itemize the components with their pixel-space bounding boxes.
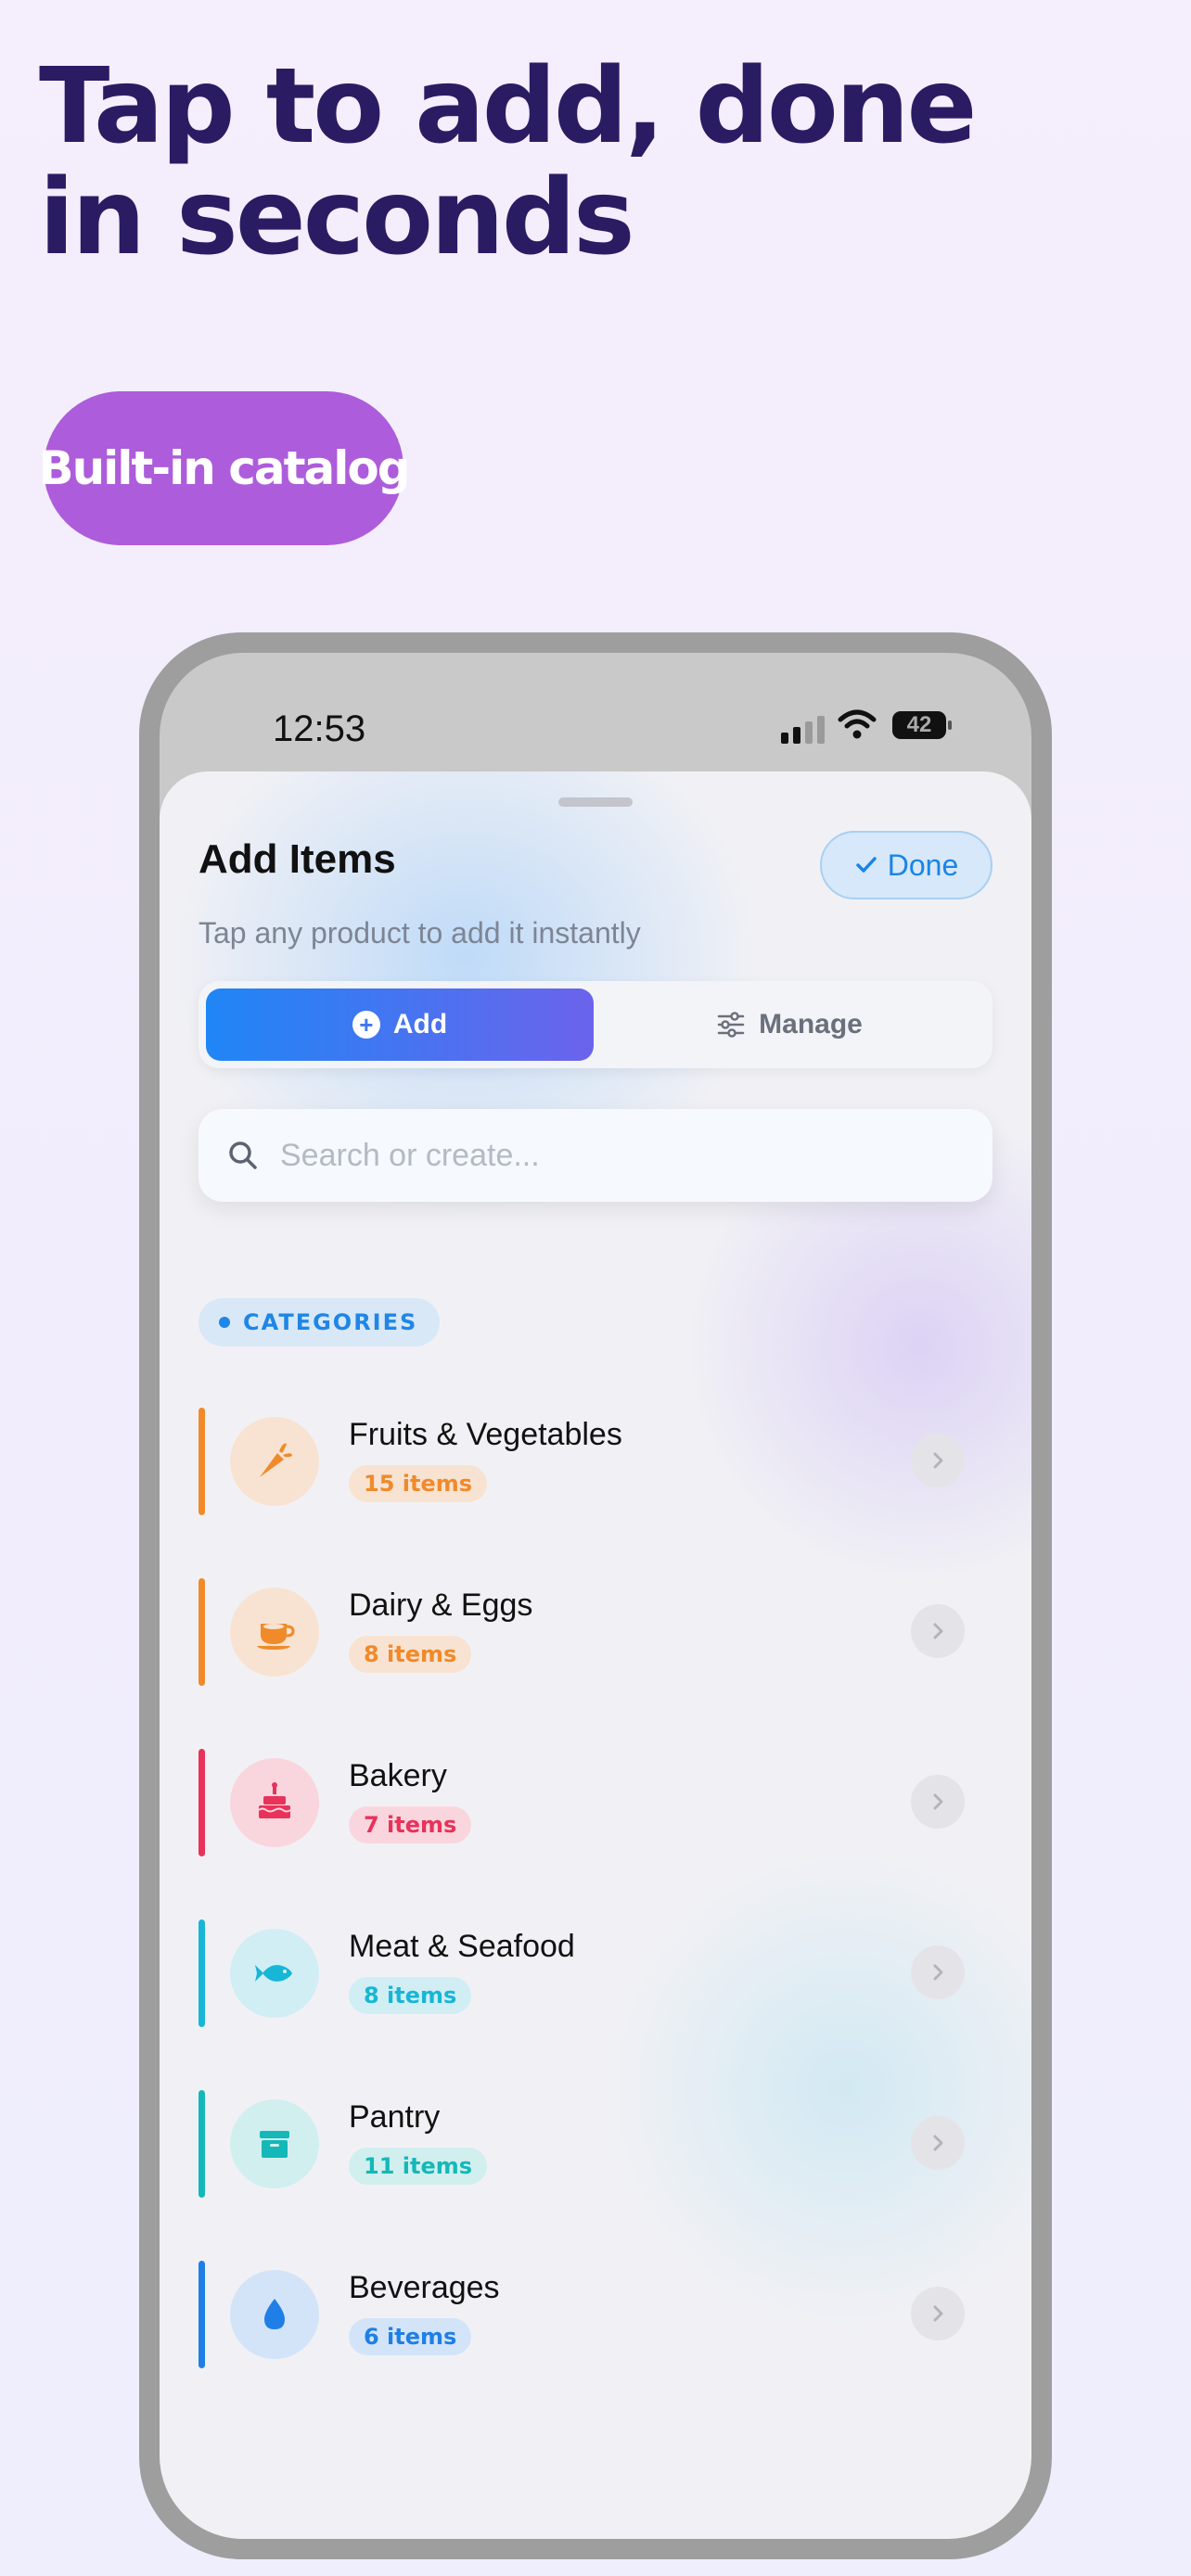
- chevron-right-icon[interactable]: [911, 1604, 965, 1658]
- sliders-icon: [717, 1012, 745, 1038]
- chevron-right-icon[interactable]: [911, 2287, 965, 2340]
- tab-manage-label: Manage: [759, 1009, 863, 1039]
- wifi-icon: [838, 709, 877, 739]
- search-field[interactable]: [198, 1109, 992, 1202]
- mode-segmented-control: + Add Manage: [198, 981, 992, 1068]
- phone-frame: 12:53 42 Add Items Done Tap any product …: [139, 632, 1052, 2559]
- category-list: Fruits & Vegetables 15 items Dairy & Egg…: [198, 1385, 992, 2409]
- category-row-pantry[interactable]: Pantry 11 items: [198, 2068, 992, 2238]
- sheet-subtitle: Tap any product to add it instantly: [198, 916, 641, 950]
- chevron-right-icon[interactable]: [911, 1434, 965, 1487]
- category-accent-bar: [198, 2261, 205, 2368]
- water-drop-icon: [230, 2270, 319, 2359]
- signal-icon: [781, 716, 825, 744]
- category-accent-bar: [198, 1408, 205, 1515]
- category-name: Pantry: [349, 2099, 441, 2135]
- category-count-badge: 7 items: [349, 1806, 472, 1843]
- add-items-sheet: Add Items Done Tap any product to add it…: [160, 772, 1031, 2539]
- plus-circle-icon: +: [352, 1011, 380, 1039]
- done-label: Done: [887, 848, 959, 882]
- category-name: Meat & Seafood: [349, 1929, 575, 1964]
- sheet-grabber[interactable]: [558, 797, 633, 807]
- status-time: 12:53: [273, 708, 366, 749]
- category-row-beverages[interactable]: Beverages 6 items: [198, 2238, 992, 2409]
- bullet-dot: [219, 1317, 230, 1328]
- headline: Tap to add, done in seconds: [39, 46, 977, 278]
- chevron-right-icon[interactable]: [911, 1775, 965, 1829]
- tab-add-label: Add: [392, 1009, 448, 1039]
- category-row-meat-seafood[interactable]: Meat & Seafood 8 items: [198, 1897, 992, 2068]
- carrot-icon: [230, 1417, 319, 1506]
- category-count-badge: 8 items: [349, 1977, 472, 2014]
- category-accent-bar: [198, 1749, 205, 1856]
- archive-box-icon: [230, 2099, 319, 2188]
- category-name: Beverages: [349, 2270, 500, 2305]
- checkmark-icon: [856, 857, 877, 873]
- done-button[interactable]: Done: [820, 831, 992, 899]
- chevron-right-icon[interactable]: [911, 2116, 965, 2170]
- phone-screen: 12:53 42 Add Items Done Tap any product …: [160, 653, 1031, 2539]
- coffee-cup-icon: [230, 1588, 319, 1677]
- chevron-right-icon[interactable]: [911, 1945, 965, 1999]
- section-label-text: CATEGORIES: [243, 1309, 418, 1335]
- category-row-bakery[interactable]: Bakery 7 items: [198, 1727, 992, 1897]
- category-count-badge: 15 items: [349, 1465, 488, 1502]
- category-row-dairy-eggs[interactable]: Dairy & Eggs 8 items: [198, 1556, 992, 1727]
- category-count-badge: 11 items: [349, 2148, 488, 2185]
- search-icon: [229, 1141, 257, 1169]
- category-row-fruits-vegetables[interactable]: Fruits & Vegetables 15 items: [198, 1385, 992, 1556]
- category-accent-bar: [198, 1578, 205, 1686]
- feature-pill: Built-in catalog: [38, 391, 411, 545]
- sheet-title: Add Items: [198, 836, 396, 882]
- categories-section-label: CATEGORIES: [198, 1298, 441, 1346]
- category-accent-bar: [198, 1919, 205, 2027]
- tab-add[interactable]: + Add: [206, 988, 594, 1061]
- category-accent-bar: [198, 2090, 205, 2198]
- category-count-badge: 6 items: [349, 2318, 472, 2355]
- cake-icon: [230, 1758, 319, 1847]
- search-input[interactable]: [280, 1137, 967, 1174]
- category-name: Dairy & Eggs: [349, 1588, 533, 1623]
- category-name: Bakery: [349, 1758, 447, 1793]
- battery-icon: 42: [892, 711, 952, 739]
- fish-icon: [230, 1929, 319, 2018]
- category-name: Fruits & Vegetables: [349, 1417, 622, 1452]
- tab-manage[interactable]: Manage: [594, 988, 985, 1061]
- category-count-badge: 8 items: [349, 1636, 472, 1673]
